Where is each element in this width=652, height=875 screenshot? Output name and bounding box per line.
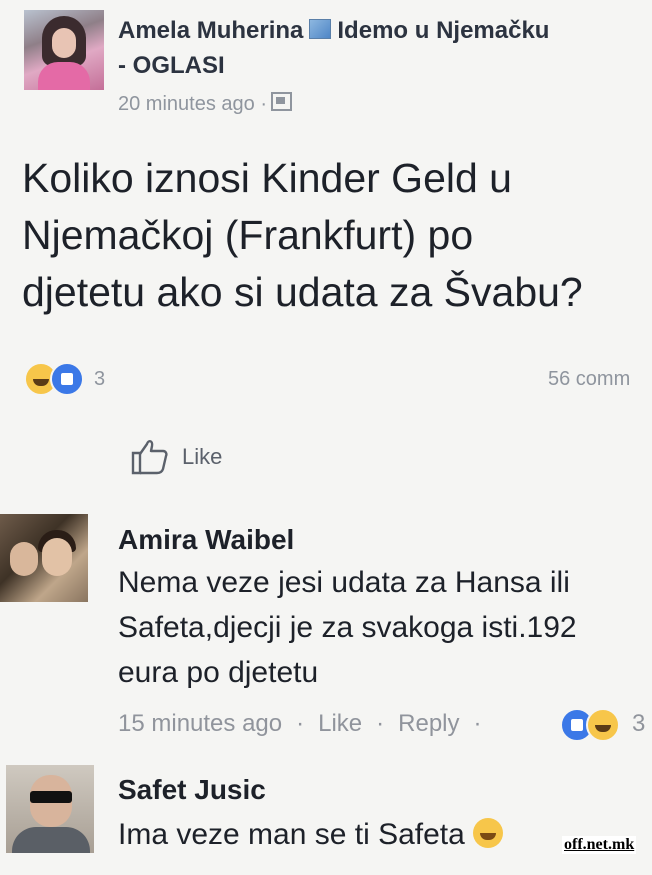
post-header: Amela Muherina Idemo u Njemačku - OGLASI …: [0, 0, 652, 130]
post-text-line: Njemačkoj (Frankfurt) po: [22, 212, 474, 258]
author-avatar[interactable]: [24, 10, 104, 90]
comment-count[interactable]: 56 comm: [548, 368, 630, 391]
post-timestamp[interactable]: 20 minutes ago ·: [118, 93, 267, 115]
avatar-face: [42, 538, 72, 576]
post-text-line: djetetu ako si udata za Švabu?: [22, 269, 583, 315]
group-name[interactable]: Idemo u Njemačku: [337, 17, 549, 44]
commenter-avatar[interactable]: [6, 765, 94, 853]
avatar-face: [10, 542, 38, 576]
comment-reactions[interactable]: 3: [560, 708, 650, 742]
comment-reply-button[interactable]: Reply: [398, 710, 459, 737]
group-icon: [309, 19, 332, 39]
post-timestamp-line: 20 minutes ago ·: [118, 92, 292, 116]
post-text-line: Koliko iznosi Kinder Geld u: [22, 155, 512, 201]
watermark: off.net.mk: [562, 836, 637, 854]
comment-text-line: Safeta,djecji je za svakoga isti.192: [118, 611, 577, 644]
comment-text-line: eura po djetetu: [118, 656, 319, 689]
post-body: Koliko iznosi Kinder Geld u Njemačkoj (F…: [22, 150, 652, 321]
post-author-name[interactable]: Amela Muherina: [118, 17, 303, 44]
comment-text: Ima veze man se ti Safeta: [118, 818, 465, 851]
reaction-count: 3: [94, 368, 106, 390]
separator: ·: [296, 710, 305, 737]
separator: ·: [376, 710, 385, 737]
comment-reaction-count: 3: [632, 710, 646, 737]
comment-text: Nema veze jesi udata za Hansa ili Safeta…: [118, 560, 577, 695]
avatar-face: [52, 28, 76, 58]
smile-emoji-icon: [472, 818, 503, 848]
separator: ·: [473, 710, 482, 737]
comment-like-button[interactable]: Like: [318, 710, 362, 737]
commenter-avatar[interactable]: [0, 514, 88, 602]
group-name-cont[interactable]: - OGLASI: [118, 52, 225, 80]
sunglasses: [30, 791, 72, 803]
commenter-name[interactable]: Safet Jusic: [118, 774, 266, 806]
avatar-shirt: [12, 827, 90, 853]
post-author-line: Amela Muherina Idemo u Njemačku: [118, 17, 549, 45]
like-reaction-icon: [50, 362, 84, 396]
comment-meta: 15 minutes ago · Like · Reply ·: [118, 710, 496, 738]
globe-icon: [270, 92, 292, 111]
haha-reaction-icon: [586, 708, 620, 742]
comment-text-line: Nema veze jesi udata za Hansa ili: [118, 566, 570, 599]
like-label: Like: [182, 444, 223, 469]
commenter-name[interactable]: Amira Waibel: [118, 524, 294, 556]
comment-text-line: Ima veze man se ti Safeta: [118, 812, 503, 857]
avatar-body: [38, 62, 90, 90]
comment-timestamp[interactable]: 15 minutes ago: [118, 710, 282, 737]
thumbs-up-icon: [131, 440, 168, 475]
